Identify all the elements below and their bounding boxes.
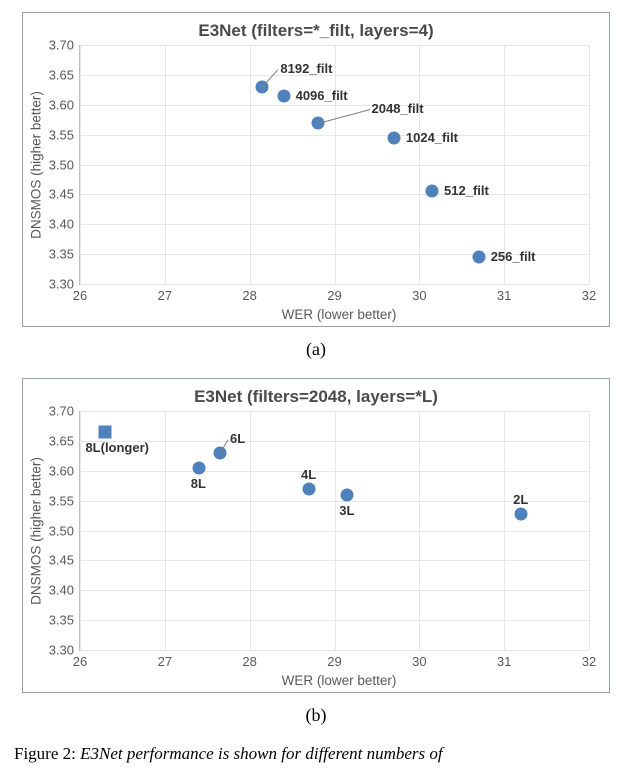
xtick: 30 [412, 654, 426, 669]
gridline-v [250, 45, 251, 284]
chart-a-ylabel: DNSMOS (higher better) [29, 91, 44, 239]
data-label: 256_filt [491, 249, 536, 264]
ytick: 3.45 [49, 187, 74, 202]
ytick: 3.55 [49, 127, 74, 142]
xtick: 26 [73, 288, 87, 303]
gridline-v [165, 45, 166, 284]
data-label: 2L [513, 492, 528, 507]
ytick: 3.30 [49, 277, 74, 292]
gridline-v [419, 45, 420, 284]
chart-b-xlabel: WER (lower better) [79, 673, 599, 688]
data-label: 8192_filt [280, 61, 332, 76]
data-label: 6L [230, 431, 245, 446]
ytick: 3.50 [49, 157, 74, 172]
leader-line [317, 109, 369, 124]
xtick: 31 [497, 288, 511, 303]
xtick: 28 [242, 288, 256, 303]
ytick: 3.65 [49, 67, 74, 82]
ytick: 3.70 [49, 404, 74, 419]
data-label: 4L [301, 467, 316, 482]
gridline-v [250, 411, 251, 650]
subcaption-b: (b) [8, 705, 624, 726]
ytick: 3.40 [49, 217, 74, 232]
ytick: 3.70 [49, 38, 74, 53]
xtick: 26 [73, 654, 87, 669]
xtick: 27 [158, 288, 172, 303]
xtick: 31 [497, 654, 511, 669]
leader-line [262, 69, 279, 88]
ytick: 3.35 [49, 247, 74, 262]
gridline-v [80, 411, 81, 650]
ytick: 3.45 [49, 553, 74, 568]
data-label: 8L(longer) [85, 440, 149, 455]
gridline-v [335, 45, 336, 284]
data-point [426, 185, 439, 198]
ytick: 3.60 [49, 97, 74, 112]
xtick: 28 [242, 654, 256, 669]
data-point [303, 482, 316, 495]
data-point [387, 131, 400, 144]
data-label: 3L [339, 503, 354, 518]
caption-lead: Figure 2: [14, 744, 76, 763]
gridline-v [589, 411, 590, 650]
chart-b-title: E3Net (filters=2048, layers=*L) [33, 387, 599, 407]
ytick: 3.30 [49, 643, 74, 658]
chart-b-plot: DNSMOS (higher better) 3.303.353.403.453… [79, 411, 589, 651]
xtick: 32 [582, 654, 596, 669]
data-label: 2048_filt [372, 101, 424, 116]
ytick: 3.55 [49, 493, 74, 508]
ytick: 3.40 [49, 583, 74, 598]
xtick: 32 [582, 288, 596, 303]
chart-b: E3Net (filters=2048, layers=*L) DNSMOS (… [22, 378, 610, 693]
chart-a: E3Net (filters=*_filt, layers=4) DNSMOS … [22, 12, 610, 327]
gridline-v [419, 411, 420, 650]
gridline-v [80, 45, 81, 284]
data-label: 1024_filt [406, 130, 458, 145]
gridline-v [589, 45, 590, 284]
data-point [277, 89, 290, 102]
chart-b-ylabel: DNSMOS (higher better) [29, 457, 44, 605]
ytick: 3.60 [49, 463, 74, 478]
data-point [472, 251, 485, 264]
data-point [515, 508, 528, 521]
data-label: 8L [191, 476, 206, 491]
ytick: 3.35 [49, 613, 74, 628]
xtick: 29 [327, 288, 341, 303]
figure-caption: Figure 2: E3Net performance is shown for… [14, 744, 618, 764]
gridline-v [335, 411, 336, 650]
chart-a-title: E3Net (filters=*_filt, layers=4) [33, 21, 599, 41]
data-label: 4096_filt [296, 88, 348, 103]
xtick: 30 [412, 288, 426, 303]
xtick: 29 [327, 654, 341, 669]
data-point [192, 461, 205, 474]
gridline-h [80, 284, 589, 285]
data-point [99, 425, 112, 438]
ytick: 3.65 [49, 433, 74, 448]
data-label: 512_filt [444, 183, 489, 198]
subcaption-a: (a) [8, 339, 624, 360]
xtick: 27 [158, 654, 172, 669]
gridline-h [80, 650, 589, 651]
chart-a-xlabel: WER (lower better) [79, 307, 599, 322]
gridline-v [504, 411, 505, 650]
ytick: 3.50 [49, 523, 74, 538]
data-point [341, 488, 354, 501]
gridline-v [165, 411, 166, 650]
caption-rest: E3Net performance is shown for different… [76, 744, 443, 763]
chart-a-plot: DNSMOS (higher better) 3.303.353.403.453… [79, 45, 589, 285]
